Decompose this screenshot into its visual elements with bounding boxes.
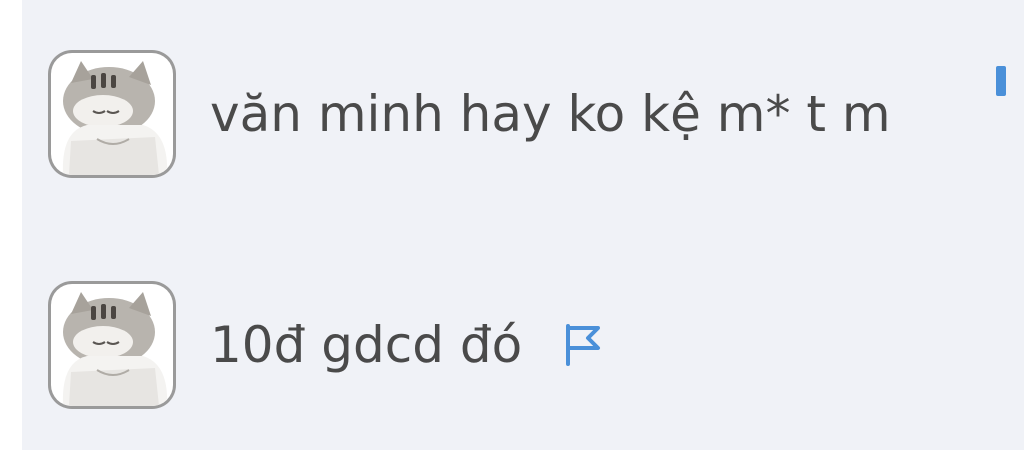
user-avatar[interactable]	[48, 281, 176, 409]
user-avatar[interactable]	[48, 50, 176, 178]
comment-item: văn minh hay ko kệ m* t m	[48, 50, 891, 178]
cat-avatar-icon	[51, 284, 173, 406]
comment-item: 10đ gdcd đó	[48, 281, 606, 409]
comment-text: 10đ gdcd đó	[210, 316, 523, 374]
comment-text: văn minh hay ko kệ m* t m	[210, 85, 891, 143]
flag-icon[interactable]	[560, 322, 606, 368]
cat-avatar-icon	[51, 53, 173, 175]
flag-icon[interactable]	[996, 66, 1006, 96]
